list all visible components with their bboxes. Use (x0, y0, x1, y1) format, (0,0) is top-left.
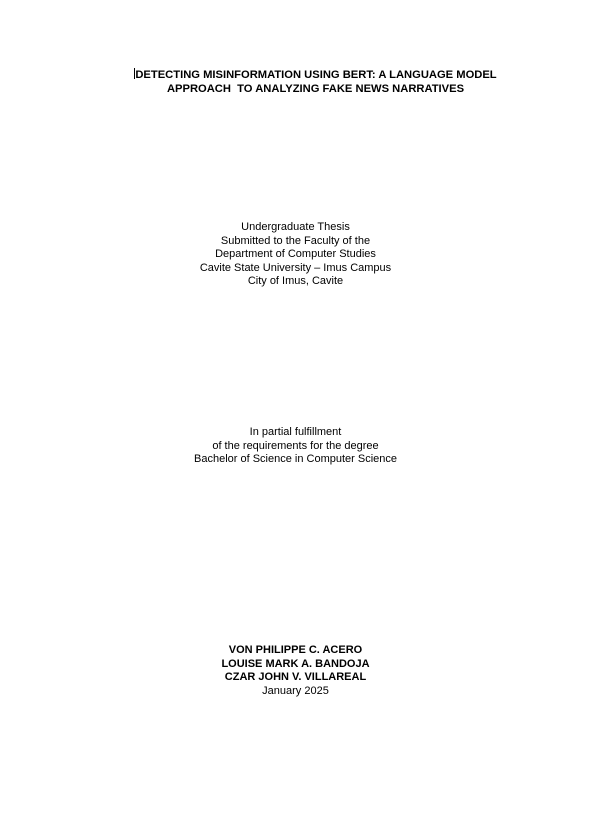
author-name: VON PHILIPPE C. ACERO (228, 644, 363, 656)
submission-line-5: City of Imus, Cavite (247, 275, 344, 288)
title-line-2: APPROACH TO ANALYZING FAKE NEWS NARRATIV… (166, 82, 465, 95)
submission-line-1: Undergraduate Thesis (241, 221, 350, 233)
fulfillment-line-2: of the requirements for the degree (212, 439, 379, 452)
submission-line-2: Submitted to the Faculty of the (220, 234, 371, 247)
title-line-1: DETECTING MISINFORMATION USING BERT: A L… (20, 68, 591, 83)
authors-section: VON PHILIPPE C. ACERO LOUISE MARK A. BAN… (0, 644, 591, 698)
fulfillment-line-3: Bachelor of Science in Computer Science (194, 453, 397, 466)
fulfillment-statement: In partial fulfillment of the requiremen… (0, 426, 591, 467)
author-name: CZAR JOHN V. VILLAREAL (224, 671, 367, 684)
document-page: DETECTING MISINFORMATION USING BERT: A L… (0, 0, 591, 830)
submission-date: January 2025 (262, 684, 329, 697)
thesis-title: DETECTING MISINFORMATION USING BERT: A L… (20, 68, 591, 96)
submission-statement: Undergraduate Thesis Submitted to the Fa… (0, 221, 591, 289)
submission-line-4: Cavite State University – Imus Campus (199, 261, 392, 274)
title-line-1-text: DETECTING MISINFORMATION USING BERT: A L… (135, 69, 497, 81)
author-name: LOUISE MARK A. BANDOJA (221, 657, 370, 670)
submission-line-3: Department of Computer Studies (215, 248, 376, 261)
fulfillment-line-1: In partial fulfillment (249, 426, 342, 438)
